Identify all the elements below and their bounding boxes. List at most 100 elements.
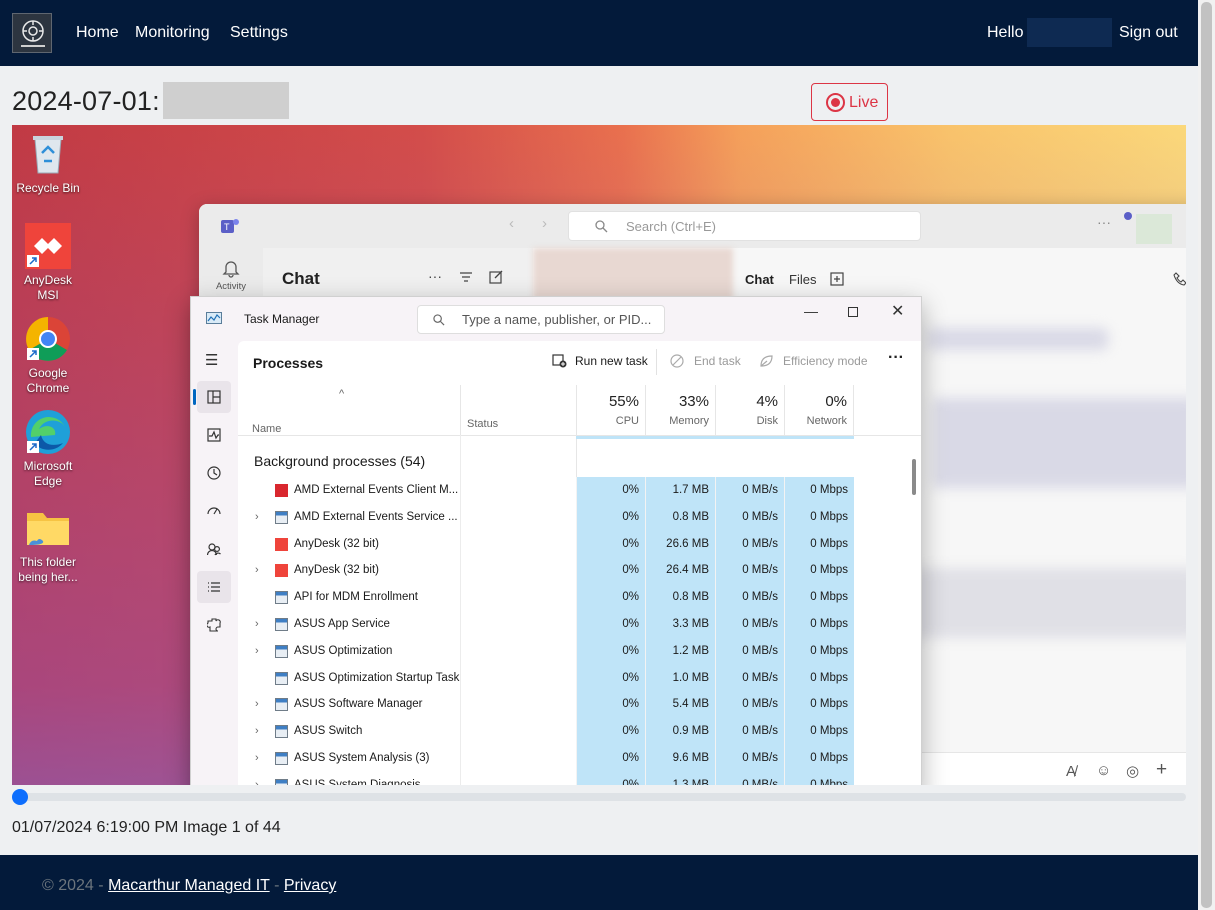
process-list-scrollbar[interactable] xyxy=(912,459,916,495)
hamburger-menu-icon[interactable]: ☰ xyxy=(205,351,218,369)
page-scrollbar-thumb[interactable] xyxy=(1201,2,1212,908)
nav-settings[interactable]: Settings xyxy=(230,24,288,42)
nav-performance[interactable] xyxy=(197,419,231,451)
expand-chevron-icon[interactable]: › xyxy=(255,557,259,584)
teams-search-input[interactable]: Search (Ctrl+E) xyxy=(568,211,921,241)
column-name[interactable]: Name xyxy=(252,423,281,435)
image-timeline-slider[interactable] xyxy=(12,793,1186,801)
cpu-value: 0% xyxy=(576,771,645,785)
process-row[interactable]: › AMD External Events Service ... 0% 0.8 MB… xyxy=(238,503,921,531)
nav-processes[interactable] xyxy=(193,381,231,413)
add-tab-icon[interactable] xyxy=(830,272,844,286)
process-row[interactable]: › ASUS System Analysis (3) 0% 9.6 MB 0 MB/s 0… xyxy=(238,745,921,772)
cpu-value: 0% xyxy=(576,637,645,665)
app-window-icon xyxy=(275,591,288,605)
task-manager-titlebar: Task Manager Type a name, publisher, or … xyxy=(191,297,921,341)
footer: © 2024 - Macarthur Managed IT - Privacy xyxy=(0,855,1198,910)
expand-chevron-icon[interactable]: › xyxy=(255,745,259,772)
tab-files[interactable]: Files xyxy=(789,272,816,287)
nav-details[interactable] xyxy=(197,571,231,603)
maximize-icon[interactable] xyxy=(848,307,858,317)
nav-startup-apps[interactable] xyxy=(197,495,231,527)
column-disk[interactable]: 4% Disk xyxy=(715,385,784,435)
more-options-icon[interactable]: ··· xyxy=(1097,214,1111,230)
privacy-link[interactable]: Privacy xyxy=(284,877,336,894)
filter-icon[interactable] xyxy=(459,270,473,284)
leaf-icon xyxy=(760,355,773,367)
expand-chevron-icon[interactable]: › xyxy=(255,691,259,718)
close-icon[interactable]: ✕ xyxy=(891,301,904,321)
disk-value: 0 MB/s xyxy=(715,557,784,585)
slider-thumb[interactable] xyxy=(12,789,28,805)
back-arrow-icon[interactable]: ‹ xyxy=(509,215,514,232)
column-memory[interactable]: 33% Memory xyxy=(645,385,715,435)
teams-titlebar: T ‹ › Search (Ctrl+E) ··· xyxy=(199,204,1186,248)
format-icon[interactable]: A̸ xyxy=(1066,763,1076,780)
minimize-icon[interactable]: — xyxy=(804,303,818,319)
processes-icon xyxy=(207,390,221,404)
expand-chevron-icon[interactable]: › xyxy=(255,772,259,785)
plus-icon[interactable]: + xyxy=(1156,759,1167,781)
disk-value: 0 MB/s xyxy=(715,771,784,785)
process-row[interactable]: › ASUS System Diagnosis 0% 1.3 MB 0 MB/s 0 Mb… xyxy=(238,771,921,785)
memory-value: 5.4 MB xyxy=(645,691,715,719)
desktop-icon-recycle-bin: Recycle Bin xyxy=(12,131,84,196)
process-name: ASUS System Analysis (3) xyxy=(294,752,430,764)
company-link[interactable]: Macarthur Managed IT xyxy=(108,877,270,894)
column-network[interactable]: 0% Network xyxy=(784,385,854,435)
emoji-icon[interactable]: ☺ xyxy=(1096,762,1111,779)
nav-services[interactable] xyxy=(197,609,231,641)
process-row[interactable]: › ASUS App Service 0% 3.3 MB 0 MB/s 0 Mbps xyxy=(238,611,921,638)
nav-app-history[interactable] xyxy=(197,457,231,489)
memory-value: 26.6 MB xyxy=(645,530,715,558)
avatar[interactable] xyxy=(1136,214,1172,244)
app-window-icon xyxy=(275,725,288,739)
teams-icon: T xyxy=(221,219,239,233)
cpu-value: 0% xyxy=(576,477,645,504)
sign-out-link[interactable]: Sign out xyxy=(1119,24,1178,42)
loop-icon[interactable]: ◎ xyxy=(1126,762,1139,780)
bell-icon[interactable] xyxy=(221,258,241,278)
call-icon[interactable] xyxy=(1173,272,1186,286)
process-row[interactable]: › ASUS Optimization 0% 1.2 MB 0 MB/s 0 Mbps xyxy=(238,637,921,665)
network-value: 0 Mbps xyxy=(784,691,854,719)
more-options-button[interactable]: ··· xyxy=(888,349,904,367)
app-logo[interactable] xyxy=(12,13,52,53)
nav-home[interactable]: Home xyxy=(76,24,119,42)
record-icon xyxy=(826,93,845,112)
process-search-input[interactable]: Type a name, publisher, or PID... xyxy=(417,305,665,334)
process-name: ASUS Software Manager xyxy=(294,698,423,711)
memory-value: 26.4 MB xyxy=(645,557,715,585)
end-task-icon xyxy=(670,354,684,368)
more-options-icon[interactable]: ··· xyxy=(428,268,442,284)
history-icon xyxy=(207,466,221,480)
end-task-button[interactable]: End task xyxy=(694,354,741,368)
tab-chat[interactable]: Chat xyxy=(745,272,774,287)
nav-users[interactable] xyxy=(197,533,231,565)
expand-chevron-icon[interactable]: › xyxy=(255,718,259,745)
forward-arrow-icon[interactable]: › xyxy=(542,215,547,232)
nav-monitoring[interactable]: Monitoring xyxy=(135,24,210,42)
expand-chevron-icon[interactable]: › xyxy=(255,638,259,665)
live-button[interactable]: Live xyxy=(811,83,888,121)
process-name: AnyDesk (32 bit) xyxy=(294,537,380,550)
copyright-text: © 2024 - xyxy=(42,877,104,894)
expand-chevron-icon[interactable]: › xyxy=(255,504,259,531)
process-row[interactable]: ASUS Optimization Startup Task 0% 1.0 MB 0 … xyxy=(238,664,921,692)
process-row[interactable]: › ASUS Software Manager 0% 5.4 MB 0 MB/s 0 Mb… xyxy=(238,691,921,719)
redacted-message xyxy=(933,398,1186,488)
process-row[interactable]: AMD External Events Client M... 0% 1.7 MB 0… xyxy=(238,477,921,504)
process-row[interactable]: API for MDM Enrollment 0% 0.8 MB 0 MB/s 0 Mb… xyxy=(238,584,921,612)
run-new-task-button[interactable]: Run new task xyxy=(575,354,648,368)
process-row[interactable]: AnyDesk (32 bit) 0% 26.6 MB 0 MB/s 0 Mbps xyxy=(238,530,921,558)
efficiency-mode-button[interactable]: Efficiency mode xyxy=(783,354,868,368)
compose-icon[interactable] xyxy=(489,269,504,284)
process-row[interactable]: › ASUS Switch 0% 0.9 MB 0 MB/s 0 Mbps xyxy=(238,718,921,746)
amd-icon xyxy=(275,484,288,497)
disk-value: 0 MB/s xyxy=(715,503,784,531)
column-cpu[interactable]: 55% CPU xyxy=(576,385,645,435)
process-row[interactable]: › AnyDesk (32 bit) 0% 26.4 MB 0 MB/s 0 Mbps xyxy=(238,557,921,585)
column-status[interactable]: Status xyxy=(460,385,576,435)
sort-up-icon[interactable]: ^ xyxy=(339,388,344,400)
expand-chevron-icon[interactable]: › xyxy=(255,611,259,638)
